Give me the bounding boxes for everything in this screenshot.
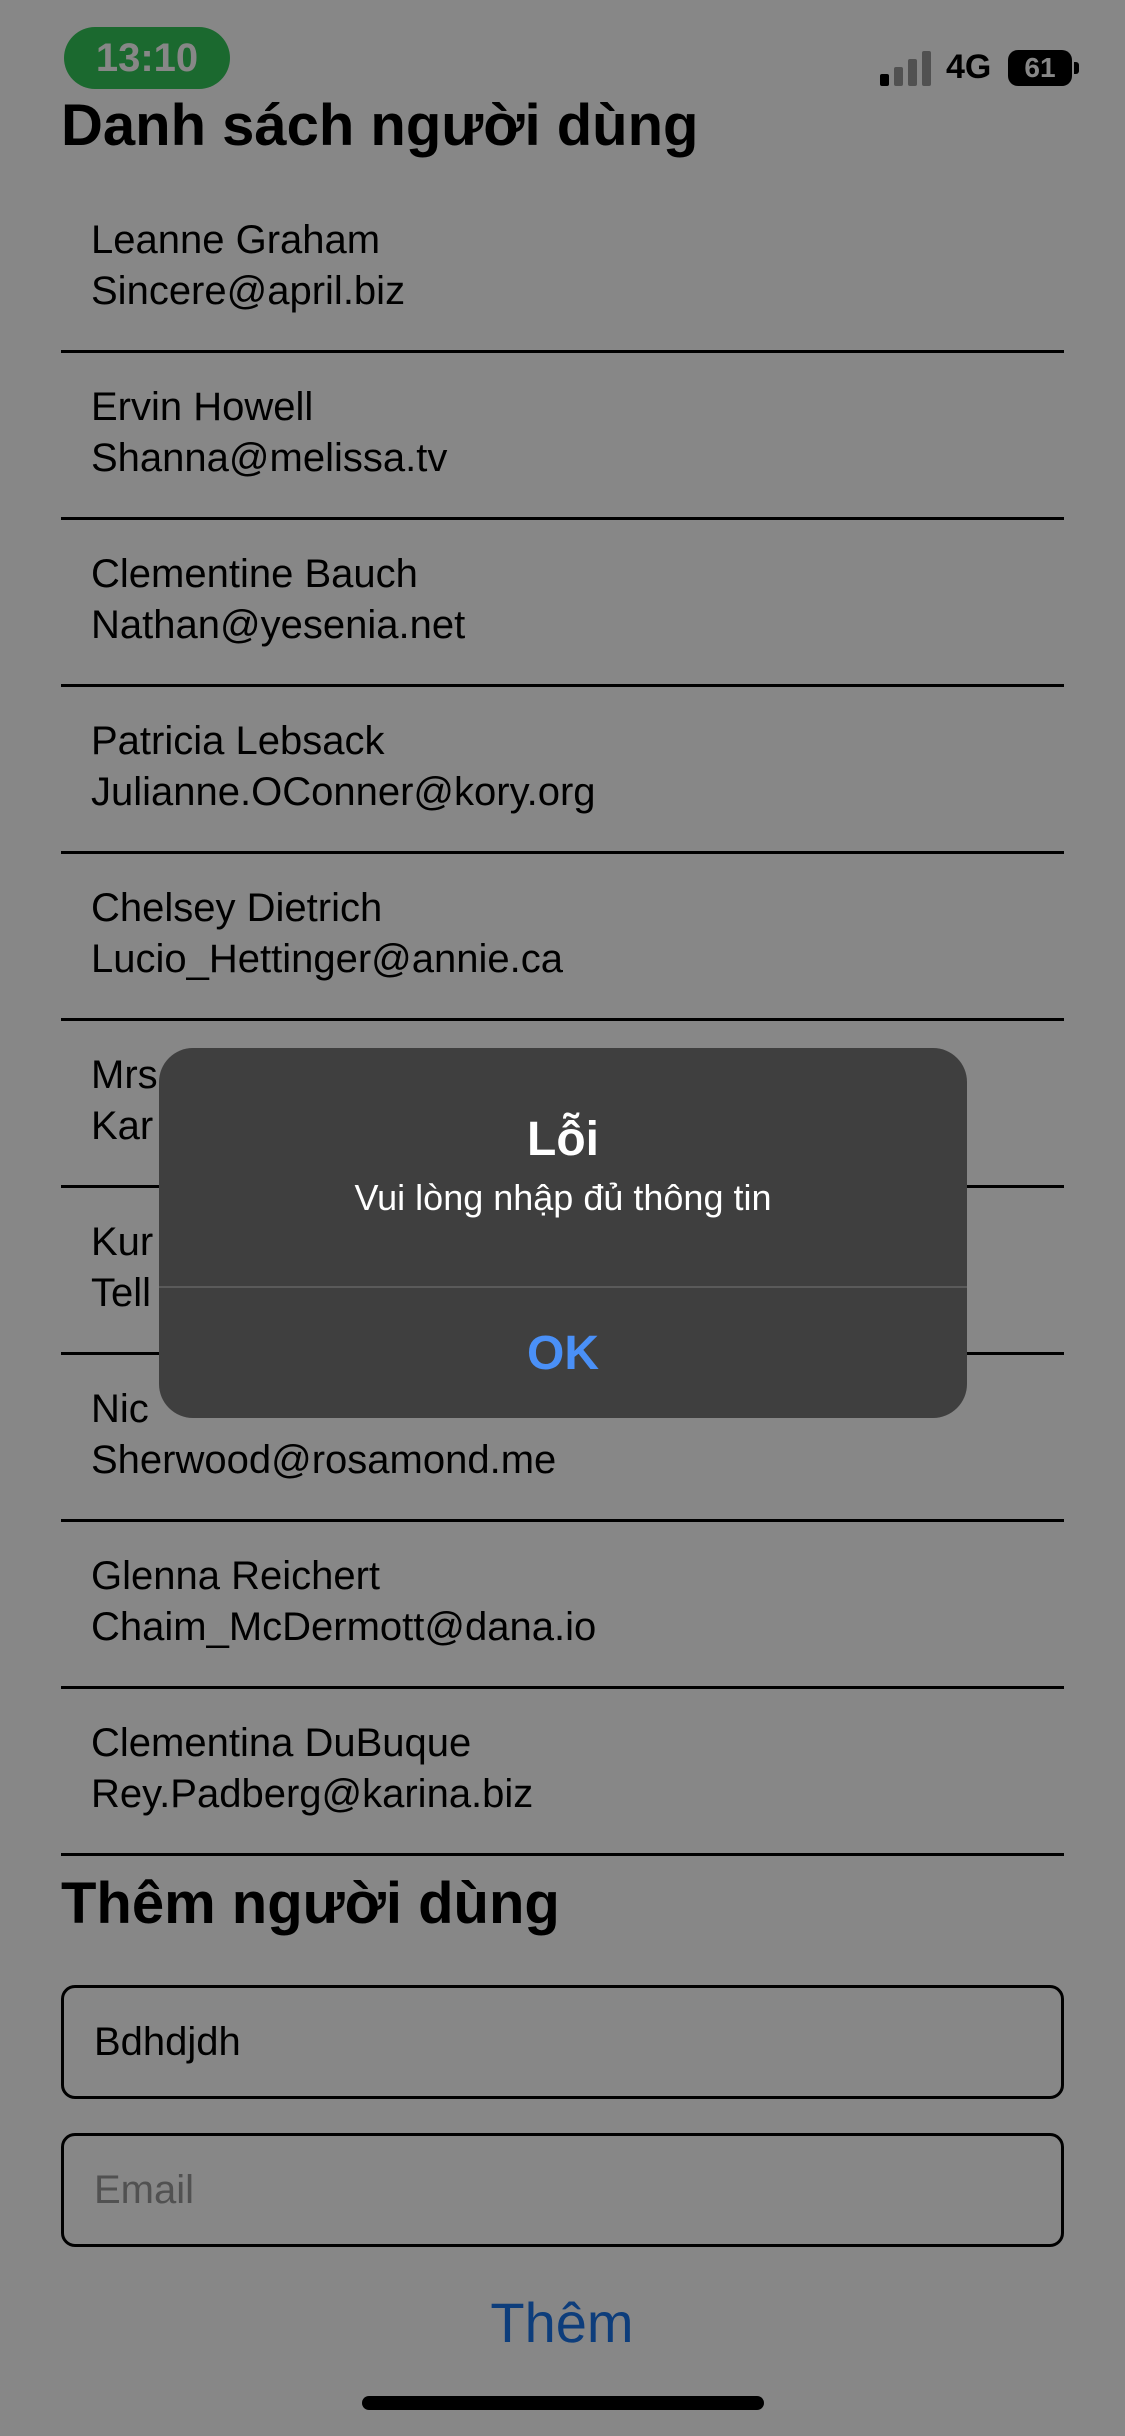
- alert-message: Vui lòng nhập đủ thông tin: [354, 1177, 772, 1218]
- alert-ok-button[interactable]: OK: [159, 1288, 967, 1418]
- alert-title: Lỗi: [527, 1113, 599, 1166]
- home-indicator: [362, 2396, 764, 2410]
- alert-dialog: Lỗi Vui lòng nhập đủ thông tin OK: [159, 1048, 967, 1418]
